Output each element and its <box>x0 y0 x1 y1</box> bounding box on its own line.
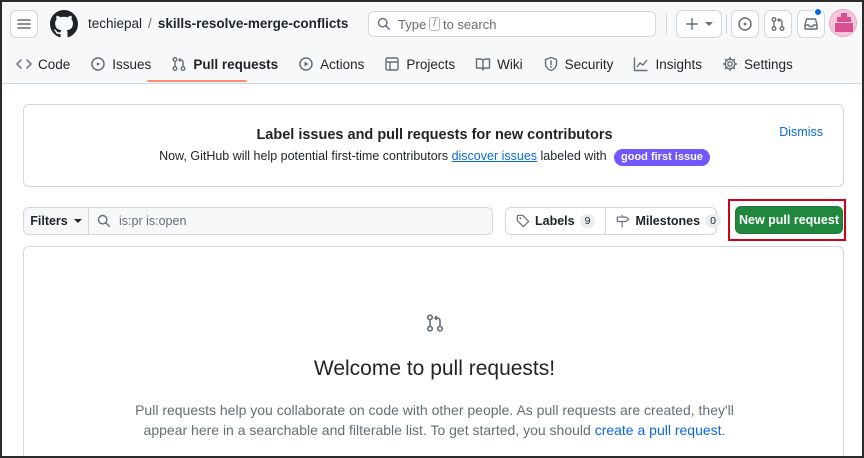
banner-text-after: labeled with <box>540 149 607 163</box>
filter-search-input[interactable]: is:pr is:open <box>88 207 493 235</box>
your-issues-button[interactable] <box>731 10 759 38</box>
table-icon <box>385 57 400 71</box>
git-pull-request-icon <box>172 57 186 71</box>
graph-icon <box>634 57 648 72</box>
triangle-down-icon <box>73 219 82 223</box>
milestones-button[interactable]: Milestones 0 <box>605 208 730 234</box>
plus-icon <box>686 18 698 30</box>
milestone-icon <box>617 214 630 228</box>
repo-header: techiepal / skills-resolve-merge-conflicts… <box>2 2 862 84</box>
tab-settings[interactable]: Settings <box>722 52 793 76</box>
search-shortcut-key: / <box>429 17 440 31</box>
filter-query: is:pr is:open <box>119 214 187 228</box>
search-icon <box>97 214 110 227</box>
search-placeholder-prefix: Type <box>398 16 427 32</box>
triangle-down-icon <box>705 22 713 26</box>
inbox-icon <box>804 18 818 30</box>
milestones-label: Milestones <box>635 214 701 228</box>
tab-label: Code <box>38 56 71 72</box>
tag-icon <box>516 214 530 228</box>
header-divider <box>726 14 727 34</box>
play-icon <box>299 57 313 71</box>
dismiss-button[interactable]: Dismiss <box>779 125 823 139</box>
search-placeholder-suffix: to search <box>442 16 497 32</box>
blankslate-text: Pull requests help you collaborate on co… <box>124 400 745 440</box>
milestones-count: 0 <box>705 214 721 228</box>
tab-pull-requests[interactable]: Pull requests <box>171 52 278 76</box>
search-input[interactable]: Type / to search <box>368 11 656 37</box>
filters-button[interactable]: Filters <box>23 207 89 235</box>
repo-nav-tabs: Code Issues Pull requests Actions Projec… <box>16 52 813 82</box>
browser-frame: techiepal / skills-resolve-merge-conflicts… <box>0 0 864 458</box>
labels-button[interactable]: Labels 9 <box>506 208 605 234</box>
blankslate-title: Welcome to pull requests! <box>313 357 556 380</box>
avatar-icon <box>830 10 856 36</box>
tab-security[interactable]: Security <box>543 52 614 76</box>
your-pull-requests-button[interactable] <box>764 10 792 38</box>
user-avatar[interactable] <box>829 9 857 37</box>
blankslate: Welcome to pull requests! Pull requests … <box>23 246 844 456</box>
labels-label: Labels <box>535 214 575 228</box>
tab-label: Actions <box>320 56 365 72</box>
github-mark-icon <box>50 10 78 38</box>
repo-name-link[interactable]: skills-resolve-merge-conflicts <box>158 16 349 31</box>
git-pull-request-icon <box>426 314 444 332</box>
tab-label: Security <box>564 56 614 72</box>
tab-label: Issues <box>112 56 152 72</box>
breadcrumb-separator: / <box>148 16 152 31</box>
search-icon <box>377 17 390 30</box>
github-logo[interactable] <box>50 10 78 38</box>
discover-issues-link[interactable]: discover issues <box>452 149 537 163</box>
git-pull-request-icon <box>771 17 785 31</box>
shield-icon <box>544 56 557 72</box>
book-icon <box>475 58 491 71</box>
tab-label: Wiki <box>497 56 523 72</box>
tab-insights[interactable]: Insights <box>633 52 702 76</box>
new-pull-request-button[interactable]: New pull request <box>735 206 843 234</box>
filters-label: Filters <box>30 214 68 228</box>
new-contributors-banner: Label issues and pull requests for new c… <box>23 104 844 187</box>
header-divider <box>666 14 667 34</box>
banner-title: Label issues and pull requests for new c… <box>256 127 613 143</box>
banner-text-before: Now, GitHub will help potential first-ti… <box>159 149 449 163</box>
tab-label: Pull requests <box>193 56 279 72</box>
tab-label: Settings <box>743 56 793 72</box>
tab-label: Projects <box>406 56 456 72</box>
labels-count: 9 <box>579 214 596 228</box>
labels-milestones-group: Labels 9 Milestones 0 <box>505 207 721 235</box>
tab-actions[interactable]: Actions <box>298 52 364 76</box>
banner-text: Now, GitHub will help potential first-ti… <box>24 149 845 166</box>
notification-indicator <box>814 8 822 16</box>
tab-label: Insights <box>655 56 702 72</box>
selected-tab-underline <box>147 80 247 82</box>
tab-wiki[interactable]: Wiki <box>475 52 523 76</box>
create-new-button[interactable] <box>676 10 722 38</box>
create-pull-request-link[interactable]: create a pull request <box>595 422 722 438</box>
hamburger-menu-button[interactable] <box>10 10 38 38</box>
breadcrumb: techiepal / skills-resolve-merge-conflicts <box>88 16 348 31</box>
blankslate-end: . <box>721 422 726 438</box>
gear-icon <box>722 56 738 72</box>
tab-code[interactable]: Code <box>16 52 70 76</box>
repo-owner-link[interactable]: techiepal <box>88 16 142 31</box>
code-icon <box>16 59 32 69</box>
issue-opened-icon <box>738 17 752 31</box>
good-first-issue-label: good first issue <box>614 149 710 166</box>
hamburger-icon <box>17 19 31 29</box>
issue-opened-icon <box>91 57 106 71</box>
tab-projects[interactable]: Projects <box>384 52 455 76</box>
tab-issues[interactable]: Issues <box>90 52 151 76</box>
